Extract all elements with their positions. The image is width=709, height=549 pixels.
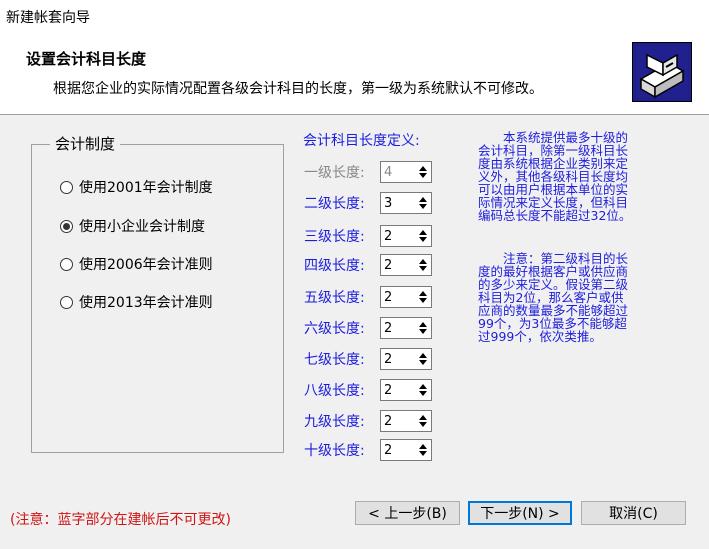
info-paragraph-2: 注意：第二级科目的长 度的最好根据客户或供应商 的多少来定义。假设第二级 科目为… <box>478 252 688 343</box>
radio-label: 使用小企业会计制度 <box>79 219 205 235</box>
radio-button-icon[interactable] <box>60 257 73 271</box>
level-1-value: 4 <box>384 164 393 180</box>
radio-small-enterprise[interactable]: 使用小企业会计制度 <box>60 215 205 237</box>
page-title: 设置会计科目长度 <box>26 50 147 68</box>
level-3-label: 三级长度: <box>304 229 365 245</box>
info-line: 过999个，依次类推。 <box>478 329 602 344</box>
prev-button[interactable]: < 上一步(B) <box>355 501 460 525</box>
level-5-stepper[interactable]: 2 <box>380 286 432 308</box>
radio-button-icon[interactable] <box>60 295 73 309</box>
window-title: 新建帐套向导 <box>6 10 90 26</box>
spin-arrows-icon[interactable] <box>415 256 430 274</box>
level-8-stepper[interactable]: 2 <box>380 379 432 401</box>
level-7-label: 七级长度: <box>304 352 365 368</box>
radio-label: 使用2006年会计准则 <box>79 257 213 273</box>
spin-arrows-icon[interactable] <box>415 288 430 306</box>
spin-arrows-icon[interactable] <box>415 194 430 212</box>
level-4-row: 四级长度: 2 <box>304 253 432 277</box>
lock-warning-note: (注意：蓝字部分在建帐后不可更改) <box>10 512 231 528</box>
spin-arrows-icon <box>415 163 430 181</box>
radio-2013[interactable]: 使用2013年会计准则 <box>60 291 213 313</box>
level-5-label: 五级长度: <box>304 290 365 306</box>
level-2-row: 二级长度: 3 <box>304 191 432 215</box>
spin-arrows-icon[interactable] <box>415 441 430 459</box>
info-paragraph-1: 本系统提供最多十级的 会计科目，除第一级科目长 度由系统根据企业类别来定 义外，… <box>478 131 688 222</box>
level-9-stepper[interactable]: 2 <box>380 410 432 432</box>
level-5-value[interactable]: 2 <box>381 290 415 305</box>
level-3-value[interactable]: 2 <box>381 229 415 244</box>
level-1-stepper: 4 <box>380 161 432 183</box>
spin-arrows-icon[interactable] <box>415 381 430 399</box>
level-10-stepper[interactable]: 2 <box>380 439 432 461</box>
radio-label: 使用2001年会计制度 <box>79 180 213 196</box>
level-6-label: 六级长度: <box>304 321 365 337</box>
radio-label: 使用2013年会计准则 <box>79 295 213 311</box>
level-10-label: 十级长度: <box>304 443 365 459</box>
level-10-row: 十级长度: 2 <box>304 438 432 462</box>
level-4-stepper[interactable]: 2 <box>380 254 432 276</box>
level-3-row: 三级长度: 2 <box>304 224 432 248</box>
radio-button-selected-icon[interactable] <box>60 219 73 233</box>
wizard-body: 会计制度 使用2001年会计制度 使用小企业会计制度 使用2006年会计准则 使… <box>0 115 709 549</box>
level-2-label: 二级长度: <box>304 196 365 212</box>
level-4-label: 四级长度: <box>304 258 365 274</box>
level-1-label: 一级长度: <box>304 165 365 181</box>
level-5-row: 五级长度: 2 <box>304 285 432 309</box>
level-9-value[interactable]: 2 <box>381 414 415 429</box>
level-10-value[interactable]: 2 <box>381 443 415 458</box>
level-7-value[interactable]: 2 <box>381 352 415 367</box>
radio-button-icon[interactable] <box>60 180 73 194</box>
level-8-value[interactable]: 2 <box>381 383 415 398</box>
level-1-row: 一级长度: 4 <box>304 160 432 184</box>
level-9-label: 九级长度: <box>304 414 365 430</box>
level-8-row: 八级长度: 2 <box>304 378 432 402</box>
spin-arrows-icon[interactable] <box>415 227 430 245</box>
level-8-label: 八级长度: <box>304 383 365 399</box>
page-subtitle: 根据您企业的实际情况配置各级会计科目的长度，第一级为系统默认不可修改。 <box>53 81 543 97</box>
level-7-stepper[interactable]: 2 <box>380 348 432 370</box>
level-4-value[interactable]: 2 <box>381 258 415 273</box>
level-6-stepper[interactable]: 2 <box>380 317 432 339</box>
spin-arrows-icon[interactable] <box>415 412 430 430</box>
level-7-row: 七级长度: 2 <box>304 347 432 371</box>
level-6-value[interactable]: 2 <box>381 321 415 336</box>
title-bar: 新建帐套向导 <box>0 0 709 30</box>
info-line: 编码总长度不能超过32位。 <box>478 208 632 223</box>
radio-2006[interactable]: 使用2006年会计准则 <box>60 253 213 275</box>
cancel-button[interactable]: 取消(C) <box>581 501 686 525</box>
wizard-box-icon <box>632 42 692 102</box>
wizard-header: 设置会计科目长度 根据您企业的实际情况配置各级会计科目的长度，第一级为系统默认不… <box>0 30 709 115</box>
level-2-value[interactable]: 3 <box>381 196 415 211</box>
spin-arrows-icon[interactable] <box>415 319 430 337</box>
radio-2001[interactable]: 使用2001年会计制度 <box>60 176 213 198</box>
level-9-row: 九级长度: 2 <box>304 409 432 433</box>
level-6-row: 六级长度: 2 <box>304 316 432 340</box>
accounting-system-group-title: 会计制度 <box>50 133 121 154</box>
level-3-stepper[interactable]: 2 <box>380 225 432 247</box>
length-definition-title: 会计科目长度定义: <box>303 133 420 149</box>
level-2-stepper[interactable]: 3 <box>380 192 432 214</box>
spin-arrows-icon[interactable] <box>415 350 430 368</box>
next-button[interactable]: 下一步(N) > <box>468 501 572 525</box>
